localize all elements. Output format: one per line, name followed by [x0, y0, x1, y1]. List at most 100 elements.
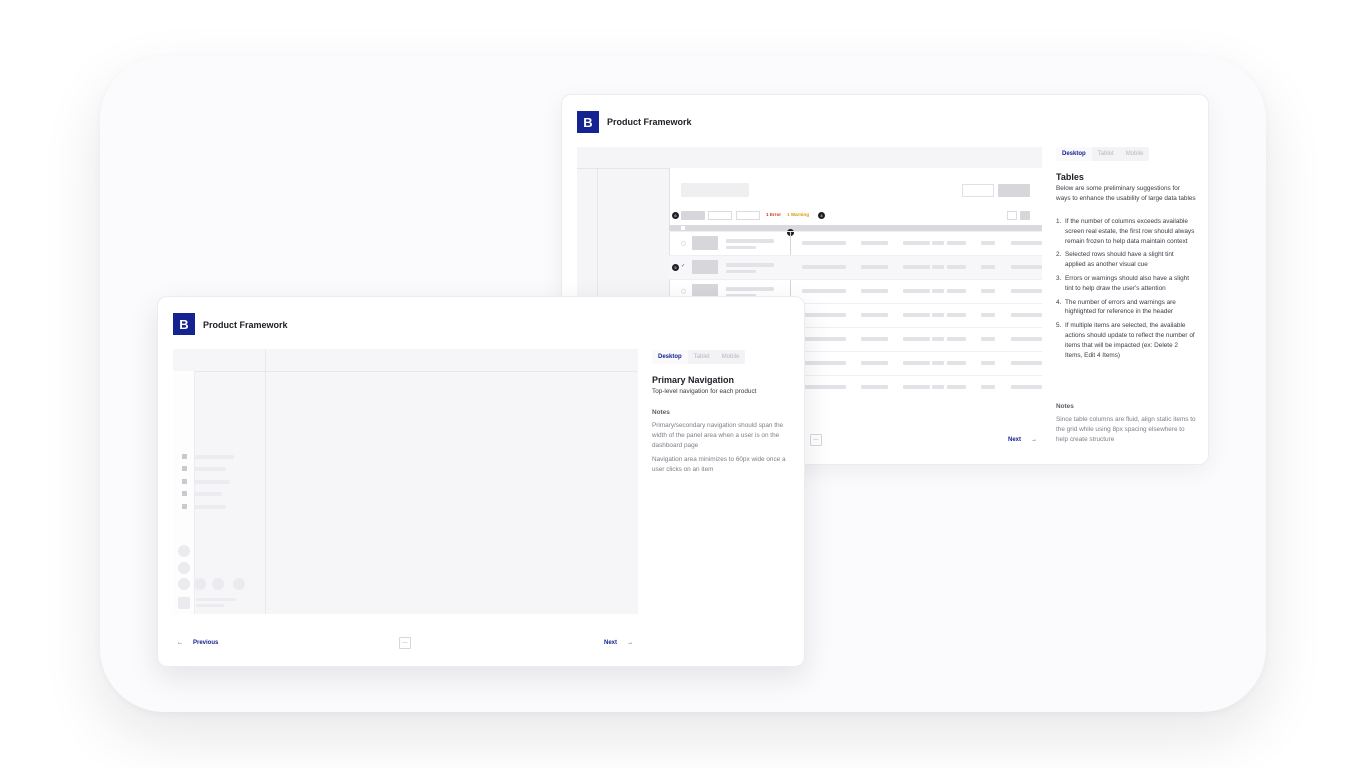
nav-item-icon[interactable]	[182, 491, 187, 496]
brand-logo: B	[577, 111, 599, 133]
cell-placeholder	[861, 337, 888, 341]
section-title: Tables	[1056, 172, 1084, 182]
avatar[interactable]	[233, 578, 245, 590]
select-all-checkbox[interactable]	[681, 226, 685, 230]
avatar[interactable]	[178, 578, 190, 590]
next-button[interactable]: Next →	[604, 640, 633, 646]
nav-item-icon[interactable]	[182, 504, 187, 509]
cell-placeholder	[903, 313, 930, 317]
table-title-placeholder	[681, 183, 749, 197]
cell-placeholder	[932, 385, 944, 389]
notes-text: Since table columns are fluid, align sta…	[1056, 416, 1196, 443]
cell-placeholder	[947, 289, 966, 293]
next-label: Next	[1008, 437, 1022, 443]
annotation-marker: 5	[672, 264, 679, 271]
primary-action-button[interactable]	[998, 184, 1030, 197]
nav-item-icon[interactable]	[182, 466, 187, 471]
nav-item-label[interactable]	[194, 492, 222, 496]
list-item: 3. Errors or warnings should also have a …	[1056, 274, 1189, 292]
cell-placeholder	[981, 289, 995, 293]
nav-item-icon[interactable]	[182, 454, 187, 459]
previous-button[interactable]: ← Previous	[177, 640, 218, 646]
cell-placeholder	[947, 337, 966, 341]
cell-placeholder	[981, 385, 995, 389]
tab-mobile[interactable]: Mobile	[716, 350, 746, 364]
cell-placeholder	[947, 313, 966, 317]
cell-placeholder	[981, 361, 995, 365]
cell-placeholder	[903, 241, 930, 245]
secondary-action-button[interactable]	[962, 184, 994, 197]
cell-placeholder	[861, 361, 888, 365]
cell-placeholder	[726, 246, 756, 249]
cell-placeholder	[1011, 313, 1042, 317]
tab-desktop[interactable]: Desktop	[652, 350, 688, 364]
avatar[interactable]	[178, 562, 190, 574]
filter-chip[interactable]	[681, 211, 705, 220]
cell-placeholder	[947, 241, 966, 245]
cell-placeholder	[861, 241, 888, 245]
brand-logo: B	[173, 313, 195, 335]
cell-placeholder	[726, 287, 774, 291]
cell-placeholder	[903, 265, 930, 269]
nav-item-label[interactable]	[194, 480, 230, 484]
nav-item-label[interactable]	[194, 505, 226, 509]
cell-placeholder	[981, 313, 995, 317]
filter-chip[interactable]	[708, 211, 732, 220]
cell-placeholder	[726, 239, 774, 243]
breakpoint-tabs: Desktop Tablet Mobile	[1056, 147, 1150, 161]
nav-item-label[interactable]	[194, 467, 226, 471]
section-title: Primary Navigation	[652, 375, 735, 385]
cell-placeholder	[981, 265, 995, 269]
cell-placeholder	[1011, 337, 1042, 341]
cell-placeholder	[802, 361, 846, 365]
view-toggle[interactable]	[1020, 211, 1030, 220]
cell-placeholder	[861, 313, 888, 317]
pagination-button[interactable]: —	[810, 434, 822, 446]
avatar[interactable]	[178, 545, 190, 557]
tab-tablet[interactable]: Tablet	[1092, 147, 1120, 161]
cell-placeholder	[861, 385, 888, 389]
pagination-button[interactable]: —	[399, 637, 411, 649]
navigation-preview-area	[173, 349, 638, 614]
nav-item-label[interactable]	[194, 455, 234, 459]
check-icon: ✓	[681, 263, 686, 269]
list-item: 5. If multiple items are selected, the av…	[1056, 322, 1195, 359]
cell-placeholder	[726, 263, 774, 267]
cell-placeholder	[802, 265, 846, 269]
notes-heading: Notes	[1056, 403, 1074, 410]
user-label	[196, 598, 236, 601]
cell-placeholder	[726, 270, 756, 273]
user-label	[196, 604, 224, 607]
cell-placeholder	[981, 241, 995, 245]
row-thumbnail	[692, 260, 718, 274]
row-checkbox[interactable]	[681, 289, 686, 294]
cell-placeholder	[802, 337, 846, 341]
next-button[interactable]: Next →	[1008, 437, 1037, 443]
filter-chip[interactable]	[736, 211, 760, 220]
brand-name: Product Framework	[607, 117, 692, 127]
tab-desktop[interactable]: Desktop	[1056, 147, 1092, 161]
cell-placeholder	[903, 361, 930, 365]
avatar[interactable]	[194, 578, 206, 590]
cell-placeholder	[1011, 265, 1042, 269]
cell-placeholder	[1011, 361, 1042, 365]
brand-name: Product Framework	[203, 320, 288, 330]
next-label: Next	[604, 640, 618, 646]
annotation-marker: 4	[818, 212, 825, 219]
divider	[173, 371, 638, 372]
previous-label: Previous	[193, 640, 219, 646]
notes-text: Navigation area minimizes to 60px wide o…	[652, 456, 786, 473]
tab-mobile[interactable]: Mobile	[1120, 147, 1150, 161]
nav-item-icon[interactable]	[182, 479, 187, 484]
list-item: 2. Selected rows should have a slight tin…	[1056, 251, 1174, 269]
tab-tablet[interactable]: Tablet	[688, 350, 716, 364]
arrow-left-icon: ←	[177, 640, 183, 646]
cell-placeholder	[802, 313, 846, 317]
cell-placeholder	[861, 265, 888, 269]
avatar[interactable]	[212, 578, 224, 590]
row-checkbox[interactable]	[681, 241, 686, 246]
user-avatar[interactable]	[178, 597, 190, 609]
cell-placeholder	[932, 241, 944, 245]
view-toggle[interactable]	[1007, 211, 1017, 220]
cell-placeholder	[802, 385, 846, 389]
